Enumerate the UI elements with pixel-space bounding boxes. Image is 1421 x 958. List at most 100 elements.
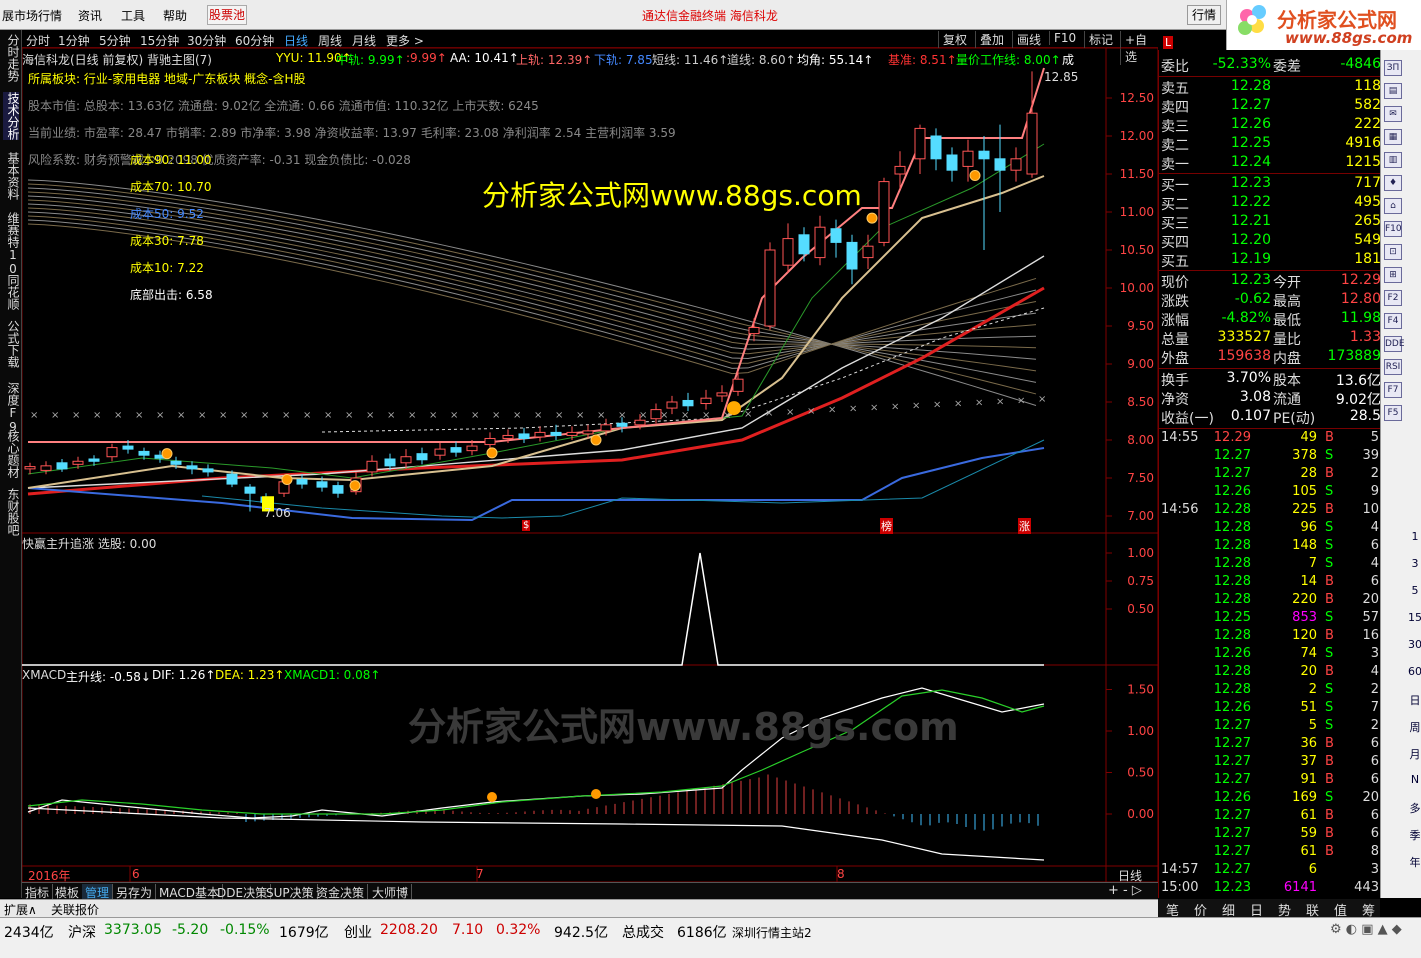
cycle-button[interactable]: 60 [1408, 665, 1421, 678]
cycle-button[interactable]: 季 [1408, 827, 1421, 843]
toolbar-icon[interactable]: ♦ [1384, 175, 1402, 191]
period-5min[interactable]: 5分钟 [99, 32, 131, 49]
toolbar-icon[interactable]: F2 [1384, 290, 1402, 306]
candle-body [106, 447, 118, 458]
sell-volume: 118 [1354, 78, 1381, 94]
period-15min[interactable]: 15分钟 [140, 32, 179, 49]
tick-row: 12.27 37 B 6 [1161, 754, 1381, 772]
toolbar-icon[interactable]: ▦ [1384, 129, 1402, 145]
cycle-button[interactable]: 30 [1408, 638, 1421, 651]
tick-direction: B [1325, 628, 1334, 643]
menu-news[interactable]: 资讯 [78, 7, 102, 24]
toolbar-icon[interactable]: F10 [1384, 221, 1402, 237]
cycle-button[interactable]: 周 [1408, 719, 1421, 735]
cycle-button[interactable]: 3 [1408, 557, 1421, 570]
cycle-button[interactable]: 年 [1408, 854, 1421, 870]
toolbar-icon[interactable]: ▥ [1384, 152, 1402, 168]
tick-direction: S [1325, 538, 1334, 553]
buy-level-3: 买三 12.21 265 [1161, 213, 1381, 232]
tick-volume: 28 [1300, 466, 1317, 481]
tick-direction: S [1325, 682, 1334, 697]
cycle-button[interactable]: 多 [1408, 800, 1421, 816]
toolbar-icon[interactable]: ⊡ [1384, 244, 1402, 260]
toolbar-icon[interactable]: ▤ [1384, 83, 1402, 99]
draw-button[interactable]: 画线 [1012, 31, 1041, 48]
tab-intraday[interactable]: 分时走势 [3, 34, 20, 82]
cycle-button[interactable]: 1 [1408, 530, 1421, 543]
period-30min[interactable]: 30分钟 [187, 32, 226, 49]
x-marker: × [177, 410, 185, 421]
adjust-button[interactable]: 复权 [938, 31, 967, 48]
toolbar-icon[interactable]: ЗП [1384, 60, 1402, 76]
period-60min[interactable]: 60分钟 [235, 32, 274, 49]
extra-row-1-label2: 流通 [1273, 392, 1301, 408]
candle-body [946, 154, 958, 171]
period-weekly[interactable]: 周线 [318, 32, 342, 49]
kline-chart-pane[interactable]: × × × × × × × × × × × × × × × × × × × × × × × × × × × × × × × × × × × × × × × ×… [22, 48, 1158, 883]
quote-row-3-value: 333527 [1217, 329, 1271, 345]
tab-formula-download[interactable]: 公式下载 [3, 320, 20, 368]
period-monthly[interactable]: 月线 [352, 32, 376, 49]
signal-dot [590, 434, 602, 446]
tab-tonghuashun[interactable]: 同花顺 [3, 274, 20, 310]
min-price-label: 7.06 [264, 506, 291, 520]
status-icons[interactable]: ⚙ ◐ ▣ ▲ ◆ [1330, 922, 1402, 937]
toolbar-icon[interactable]: F4 [1384, 313, 1402, 329]
menu-market[interactable]: 展市场行情 [2, 7, 62, 24]
toolbar-icon[interactable]: RSI [1384, 359, 1402, 375]
candle-body [434, 448, 446, 456]
related-quote-button[interactable]: 关联报价 [51, 901, 99, 918]
expand-button[interactable]: 扩展∧ [4, 901, 37, 918]
marker-dollar: $ [522, 520, 531, 531]
tick-count: 3 [1370, 646, 1379, 661]
quote-row-0-label: 现价 [1161, 275, 1189, 291]
candle-body [316, 481, 328, 488]
tick-count: 57 [1362, 610, 1379, 625]
toolbar-icon[interactable]: DDE [1384, 336, 1405, 352]
period-1min[interactable]: 1分钟 [58, 32, 90, 49]
zoom-controls[interactable]: + - ▷ [1108, 883, 1142, 898]
quote-panel-tabs: 笔价细日势联值筹 [1158, 899, 1380, 919]
period-more[interactable]: 更多 > [386, 32, 424, 49]
overlay-button[interactable]: 叠加 [975, 31, 1004, 48]
menu-help[interactable]: 帮助 [163, 7, 187, 24]
toolbar-icon[interactable]: F7 [1384, 382, 1402, 398]
tab-weisaite[interactable]: 维赛特10 [3, 212, 20, 276]
tick-price: 12.28 [1213, 682, 1251, 697]
quote-button[interactable]: 行情 [1187, 5, 1221, 25]
menu-tools[interactable]: 工具 [121, 7, 145, 24]
toolbar-icon[interactable]: ⊞ [1384, 267, 1402, 283]
tick-price: 12.27 [1213, 448, 1251, 463]
tick-count: 20 [1362, 790, 1379, 805]
logo-url: www.88gs.com [1285, 29, 1413, 47]
tick-direction: S [1325, 718, 1334, 733]
tab-core-theme[interactable]: 核心题材 [3, 430, 20, 478]
cycle-button[interactable]: 月 [1408, 746, 1421, 762]
sell-price: 12.27 [1230, 97, 1271, 113]
tab-eastmoney-forum[interactable]: 东财股吧 [3, 488, 20, 536]
candle-body [186, 465, 198, 470]
cycle-button[interactable]: 5 [1408, 584, 1421, 597]
cycle-button[interactable]: 日 [1408, 692, 1421, 708]
tab-technical[interactable]: 技术分析 [3, 92, 20, 140]
candle-body [1026, 112, 1038, 175]
price-axis-label: 10.50 [1120, 243, 1154, 257]
stock-pool-button[interactable]: 股票池 [207, 5, 247, 25]
toolbar-icon[interactable]: ⌂ [1384, 198, 1402, 214]
period-daily[interactable]: 日线 [284, 32, 308, 49]
mark-button[interactable]: 标记 [1084, 31, 1113, 48]
toolbar-icon[interactable]: ✉ [1384, 106, 1402, 122]
buy-level-5: 买五 12.19 181 [1161, 251, 1381, 270]
f10-button[interactable]: F10 [1049, 31, 1076, 45]
sh-percent: -0.15% [220, 922, 270, 938]
tick-volume: 105 [1292, 484, 1317, 499]
tab-depth-f9[interactable]: 深度F9 [3, 382, 20, 434]
divider [1159, 76, 1381, 77]
sh-index: 3373.05 [104, 922, 162, 938]
sell-volume: 582 [1354, 97, 1381, 113]
period-intraday[interactable]: 分时 [26, 32, 50, 49]
tab-fundamentals[interactable]: 基本资料 [3, 152, 20, 200]
cycle-button[interactable]: 15 [1408, 611, 1421, 624]
toolbar-icon[interactable]: F5 [1384, 405, 1402, 421]
cycle-button[interactable]: N [1408, 773, 1421, 786]
